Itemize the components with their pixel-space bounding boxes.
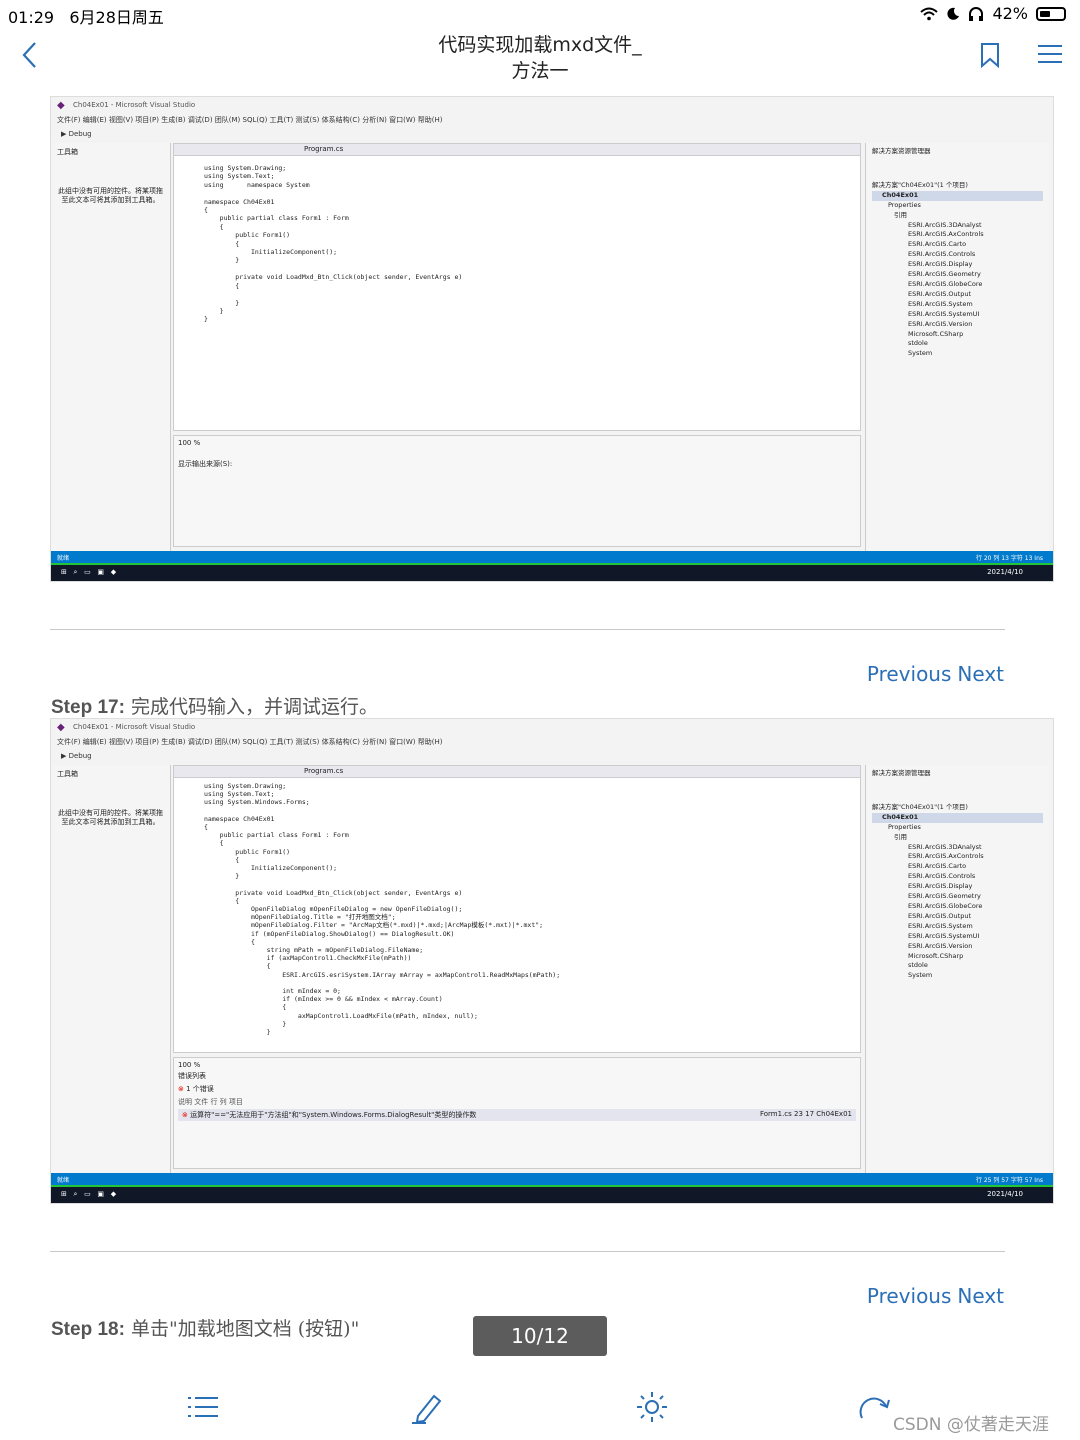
solution-item[interactable]: 引用 — [872, 833, 1043, 843]
solution-item[interactable]: Properties — [872, 823, 1043, 833]
prev-next-links: Previous Next — [861, 1284, 1004, 1308]
solution-item[interactable]: ESRI.ArcGIS.SystemUI — [872, 310, 1043, 320]
solution-item[interactable]: 引用 — [872, 211, 1043, 221]
status-bar: 01:29 6月28日周五 42% — [0, 0, 1080, 28]
editor-tab: Program.cs — [174, 144, 860, 156]
error-icon: ⊗ — [178, 1085, 184, 1093]
status-date: 6月28日周五 — [69, 8, 164, 27]
toolbox-panel: 工具箱 此组中没有可用的控件。将某项拖至此文本可将其添加到工具箱。 — [51, 143, 171, 551]
toolbox-panel: 工具箱 此组中没有可用的控件。将某项拖至此文本可将其添加到工具箱。 — [51, 765, 171, 1173]
code-editor: Program.cs using System.Drawing; using S… — [173, 143, 861, 431]
wifi-icon — [920, 7, 939, 20]
solution-item[interactable]: 解决方案"Ch04Ex01"(1 个项目) — [872, 181, 1043, 191]
code-text: using System.Drawing; using System.Text;… — [204, 164, 463, 324]
solution-explorer: 解决方案资源管理器 解决方案"Ch04Ex01"(1 个项目) Ch04Ex01 P… — [865, 765, 1049, 1173]
step-18: Step 18: 单击"加载地图文档 (按钮)" — [51, 1318, 360, 1340]
windows-taskbar: ⊞ ⌕ ▭ ▣ ◆ 2021/4/10 — [51, 563, 1053, 581]
code-text: using System.Drawing; using System.Text;… — [204, 782, 561, 1037]
solution-item[interactable]: stdole — [872, 339, 1043, 349]
vs-toolbar: ▶ Debug — [61, 752, 92, 760]
vs-status-bar: 就绪行 25 列 57 字符 57 Ins — [51, 1173, 1053, 1185]
battery-icon — [1036, 6, 1066, 21]
vs-toolbar: ▶ Debug — [61, 130, 92, 138]
solution-item[interactable]: System — [872, 971, 1043, 981]
solution-item[interactable]: ESRI.ArcGIS.GlobeCore — [872, 280, 1043, 290]
vs-screenshot-2: ◆ Ch04Ex01 - Microsoft Visual Studio 文件(F… — [50, 718, 1054, 1204]
solution-item[interactable]: ESRI.ArcGIS.Version — [872, 320, 1043, 330]
page-title: 代码实现加载mxd文件_ 方法一 — [438, 34, 642, 82]
error-list-panel: 100 % 错误列表 ⊗ 1 个错误 说明 文件 行 列 项目 ⊗ 运算符"==… — [173, 1057, 861, 1169]
solution-item[interactable]: ESRI.ArcGIS.Display — [872, 260, 1043, 270]
previous-link[interactable]: Previous — [867, 662, 952, 686]
headphones-icon — [969, 6, 984, 21]
output-panel: 100 % 显示输出来源(S): — [173, 435, 861, 547]
error-row[interactable]: ⊗ 运算符"=="无法应用于"方法组"和"System.Windows.Form… — [178, 1109, 856, 1121]
solution-item[interactable]: Microsoft.CSharp — [872, 330, 1043, 340]
solution-item[interactable]: ESRI.ArcGIS.3DAnalyst — [872, 843, 1043, 853]
editor-tab: Program.cs — [174, 766, 860, 778]
solution-item[interactable]: ESRI.ArcGIS.System — [872, 922, 1043, 932]
prev-next-links: Previous Next — [861, 662, 1004, 686]
battery-percent: 42% — [992, 4, 1028, 23]
solution-item[interactable]: Microsoft.CSharp — [872, 952, 1043, 962]
error-icon: ⊗ — [182, 1111, 188, 1119]
solution-item[interactable]: ESRI.ArcGIS.Controls — [872, 872, 1043, 882]
code-editor: Program.cs using System.Drawing; using S… — [173, 765, 861, 1053]
visual-studio-logo-icon: ◆ — [57, 100, 65, 111]
solution-item[interactable]: ESRI.ArcGIS.AxControls — [872, 230, 1043, 240]
solution-item[interactable]: System — [872, 349, 1043, 359]
solution-item[interactable]: ESRI.ArcGIS.Display — [872, 882, 1043, 892]
solution-item[interactable]: stdole — [872, 961, 1043, 971]
next-link[interactable]: Next — [957, 1284, 1004, 1308]
rotate-icon[interactable] — [858, 1390, 892, 1424]
solution-item[interactable]: ESRI.ArcGIS.Version — [872, 942, 1043, 952]
divider — [50, 1251, 1005, 1252]
solution-item[interactable]: ESRI.ArcGIS.Geometry — [872, 892, 1043, 902]
vs-menu-bar: 文件(F) 编辑(E) 视图(V) 项目(P) 生成(B) 调试(D) 团队(M… — [57, 738, 443, 746]
solution-item[interactable]: ESRI.ArcGIS.GlobeCore — [872, 902, 1043, 912]
step-17: Step 17: 完成代码输入，并调试运行。 — [51, 696, 378, 718]
menu-icon[interactable] — [1037, 44, 1063, 64]
list-icon[interactable] — [186, 1390, 220, 1424]
previous-link[interactable]: Previous — [867, 1284, 952, 1308]
watermark: CSDN @仗著走天涯 — [893, 1415, 1049, 1435]
solution-item[interactable]: ESRI.ArcGIS.Geometry — [872, 270, 1043, 280]
pen-icon[interactable] — [410, 1390, 444, 1424]
visual-studio-logo-icon: ◆ — [57, 722, 65, 733]
brightness-icon[interactable] — [635, 1390, 669, 1424]
windows-taskbar: ⊞ ⌕ ▭ ▣ ◆ 2021/4/10 — [51, 1185, 1053, 1203]
vs-window-title: Ch04Ex01 - Microsoft Visual Studio — [73, 101, 196, 109]
moon-icon — [947, 7, 960, 20]
vs-status-bar: 就绪行 20 列 13 字符 13 Ins — [51, 551, 1053, 563]
solution-item[interactable]: ESRI.ArcGIS.3DAnalyst — [872, 221, 1043, 231]
error-filter-button[interactable]: 1 个错误 — [186, 1085, 214, 1093]
solution-item[interactable]: ESRI.ArcGIS.Output — [872, 290, 1043, 300]
solution-item[interactable]: Ch04Ex01 — [872, 812, 1043, 823]
status-time: 01:29 — [8, 8, 55, 27]
vs-menu-bar: 文件(F) 编辑(E) 视图(V) 项目(P) 生成(B) 调试(D) 团队(M… — [57, 116, 443, 124]
page-indicator: 10/12 — [473, 1316, 607, 1356]
vs-screenshot-1: ◆ Ch04Ex01 - Microsoft Visual Studio 文件(F… — [50, 96, 1054, 582]
solution-explorer: 解决方案资源管理器 解决方案"Ch04Ex01"(1 个项目) Ch04Ex01 P… — [865, 143, 1049, 551]
top-nav: 代码实现加载mxd文件_ 方法一 — [0, 28, 1080, 88]
solution-item[interactable]: ESRI.ArcGIS.AxControls — [872, 852, 1043, 862]
solution-item[interactable]: Properties — [872, 201, 1043, 211]
back-icon[interactable] — [20, 40, 40, 70]
vs-window-title: Ch04Ex01 - Microsoft Visual Studio — [73, 723, 196, 731]
solution-item[interactable]: ESRI.ArcGIS.Carto — [872, 862, 1043, 872]
solution-item[interactable]: ESRI.ArcGIS.Output — [872, 912, 1043, 922]
solution-item[interactable]: ESRI.ArcGIS.Carto — [872, 240, 1043, 250]
divider — [50, 629, 1005, 630]
solution-item[interactable]: Ch04Ex01 — [872, 190, 1043, 201]
next-link[interactable]: Next — [957, 662, 1004, 686]
solution-item[interactable]: ESRI.ArcGIS.System — [872, 300, 1043, 310]
solution-item[interactable]: 解决方案"Ch04Ex01"(1 个项目) — [872, 803, 1043, 813]
solution-item[interactable]: ESRI.ArcGIS.Controls — [872, 250, 1043, 260]
solution-item[interactable]: ESRI.ArcGIS.SystemUI — [872, 932, 1043, 942]
bookmark-icon[interactable] — [980, 42, 1000, 68]
